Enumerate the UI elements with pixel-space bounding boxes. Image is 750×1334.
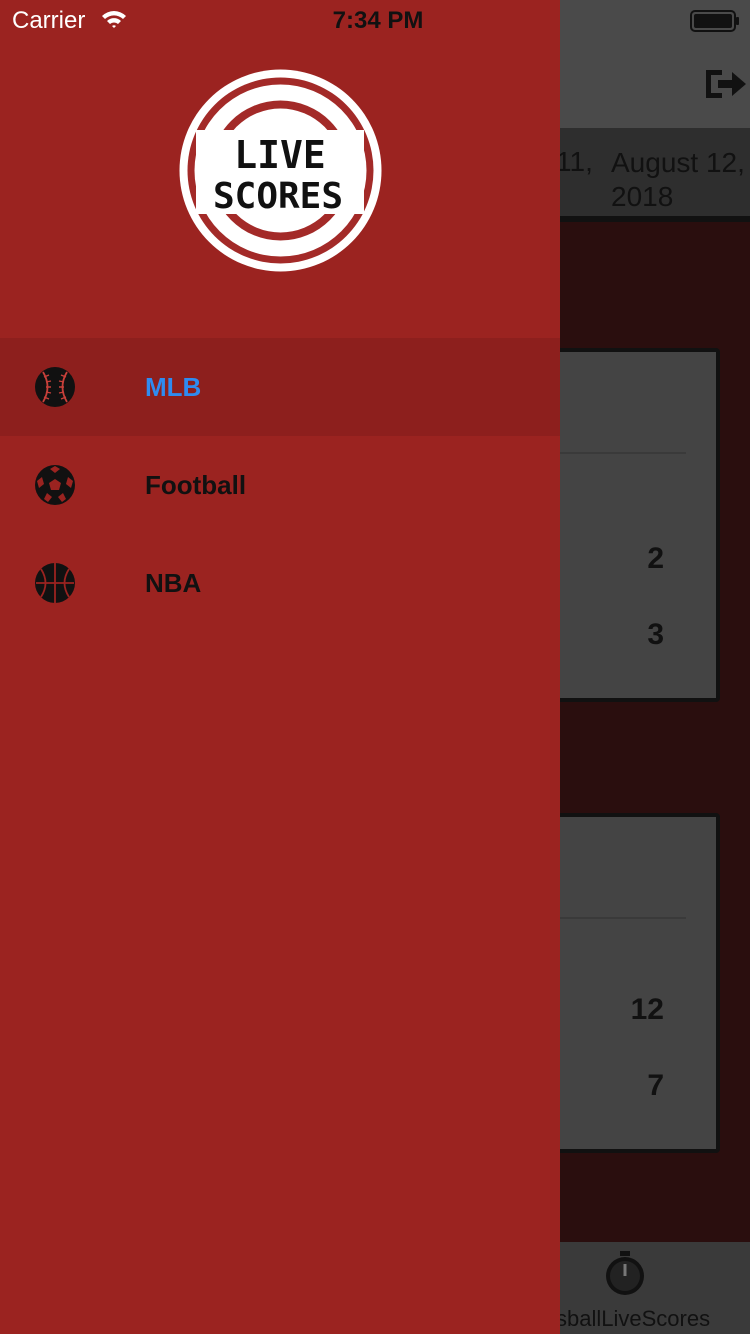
stopwatch-icon[interactable]: [603, 1250, 647, 1296]
battery-icon: [690, 10, 739, 32]
menu-item-label: MLB: [145, 372, 202, 402]
tab-label[interactable]: ssballLiveScores: [545, 1306, 710, 1332]
logo-text-scores: SCORES: [213, 176, 343, 217]
game-card[interactable]: 12 7: [540, 813, 720, 1153]
logo-text-live: LIVE: [234, 133, 326, 177]
side-drawer: LIVE SCORES MLB Football NBA: [0, 0, 560, 1334]
menu-item-label: Football: [145, 470, 247, 500]
status-bar: Carrier 7:34 PM: [0, 0, 750, 40]
menu-item-mlb[interactable]: MLB: [0, 338, 560, 436]
soccer-ball-icon: [35, 465, 75, 505]
team-score: 7: [647, 1069, 664, 1102]
menu-item-football[interactable]: Football: [0, 436, 560, 534]
card-divider: [544, 917, 686, 919]
live-scores-logo: LIVE SCORES: [179, 69, 382, 272]
basketball-icon: [35, 563, 75, 603]
team-score: 12: [630, 993, 664, 1026]
current-date-label[interactable]: August 12, 2018: [611, 146, 750, 214]
team-score: 2: [647, 542, 664, 575]
logout-icon[interactable]: [702, 64, 748, 104]
clock: 7:34 PM: [332, 7, 424, 34]
game-card[interactable]: 2 3: [540, 348, 720, 702]
menu-item-nba[interactable]: NBA: [0, 534, 560, 632]
team-score: 3: [647, 618, 664, 651]
baseball-icon: [35, 367, 75, 407]
previous-date-label[interactable]: 11,: [556, 146, 593, 178]
card-divider: [544, 452, 686, 454]
menu-item-label: NBA: [145, 568, 202, 598]
